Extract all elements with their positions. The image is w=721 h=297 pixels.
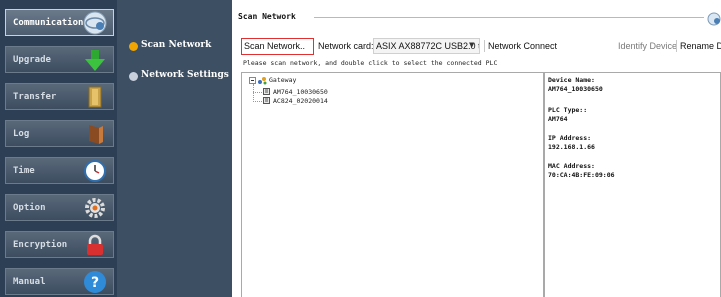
submenu-network-settings-label: Network Settings [141,70,229,80]
toolbar-separator [484,40,485,52]
scan-network-button[interactable]: Scan Network.. [241,38,314,55]
nav-upgrade[interactable]: Upgrade [5,46,114,73]
plc-device-icon [263,88,270,95]
mac-address-value: 70:CA:4B:FE:09:06 [548,171,615,179]
nav-encryption[interactable]: Encryption [5,231,114,258]
folder-icon [88,86,102,108]
tree-item-device[interactable]: AC824_02020014 [273,97,328,105]
device-name-value: AM764_10030650 [548,85,603,93]
svg-text:?: ? [91,275,99,291]
plc-type-value: AM764 [548,115,568,123]
nav-transfer-label: Transfer [13,92,57,102]
nav-time-label: Time [13,166,35,176]
nav-log-label: Log [13,129,30,139]
lock-icon [87,234,103,255]
help-icon: ? [84,271,106,293]
sidebar: Communication Upgrade Transfer Log Time [0,0,117,297]
mac-address-label: MAC Address: [548,162,595,170]
nav-manual[interactable]: Manual ? [5,268,114,295]
network-globe-icon [707,12,721,26]
device-info-panel: Device Name: AM764_10030650 PLC Type:: A… [544,72,721,297]
submenu-scan-network-label: Scan Network [141,40,212,50]
log-book-icon [89,125,103,144]
network-card-select[interactable]: ASIX AX88772C USB2.0 to Fast [373,38,480,54]
tree-root-gateway[interactable]: Gateway [269,76,296,84]
collapse-icon[interactable] [249,77,256,84]
gateway-icon [258,77,267,85]
nav-option[interactable]: Option [5,194,114,221]
nav-log[interactable]: Log [5,120,114,147]
ip-address-label: IP Address: [548,134,592,142]
nav-transfer[interactable]: Transfer [5,83,114,110]
active-dot-icon [129,42,138,51]
toolbar-separator [676,40,677,52]
submenu-scan-network[interactable]: Scan Network [129,40,229,54]
tree-connector [253,101,262,102]
gear-icon [85,198,105,218]
tree-item-device[interactable]: AM764_10030650 [273,88,328,96]
communication-icon [83,11,107,35]
submenu: Scan Network Network Settings [117,0,232,297]
tree-connector [253,92,262,93]
inactive-dot-icon [129,72,138,81]
device-tree[interactable]: Gateway AM764_10030650 AC824_02020014 [241,72,544,297]
clock-icon [84,160,106,182]
submenu-network-settings[interactable]: Network Settings [129,70,229,84]
nav-encryption-label: Encryption [13,240,68,250]
ip-address-value: 192.168.1.66 [548,143,595,151]
tree-connector [253,84,254,102]
chevron-down-icon[interactable]: ▼ [469,41,474,49]
device-name-label: Device Name: [548,76,595,84]
nav-communication[interactable]: Communication [5,9,114,36]
nav-time[interactable]: Time [5,157,114,184]
rename-device-button[interactable]: Rename Device [680,41,721,51]
page-title: Scan Network [238,12,296,21]
nav-manual-label: Manual [13,277,46,287]
plc-device-icon [263,97,270,104]
main-panel: Scan Network Scan Network.. Network card… [232,0,721,297]
nav-option-label: Option [13,203,46,213]
nav-communication-label: Communication [13,18,84,28]
network-card-label: Network card: [318,41,374,51]
download-arrow-icon [85,50,105,71]
nav-upgrade-label: Upgrade [13,55,51,65]
network-connect-button[interactable]: Network Connect [488,41,557,51]
header-divider [314,17,704,18]
instruction-text: Please scan network, and double click to… [243,59,498,67]
plc-type-label: PLC Type:: [548,106,588,114]
identify-device-button[interactable]: Identify Device [618,41,677,51]
